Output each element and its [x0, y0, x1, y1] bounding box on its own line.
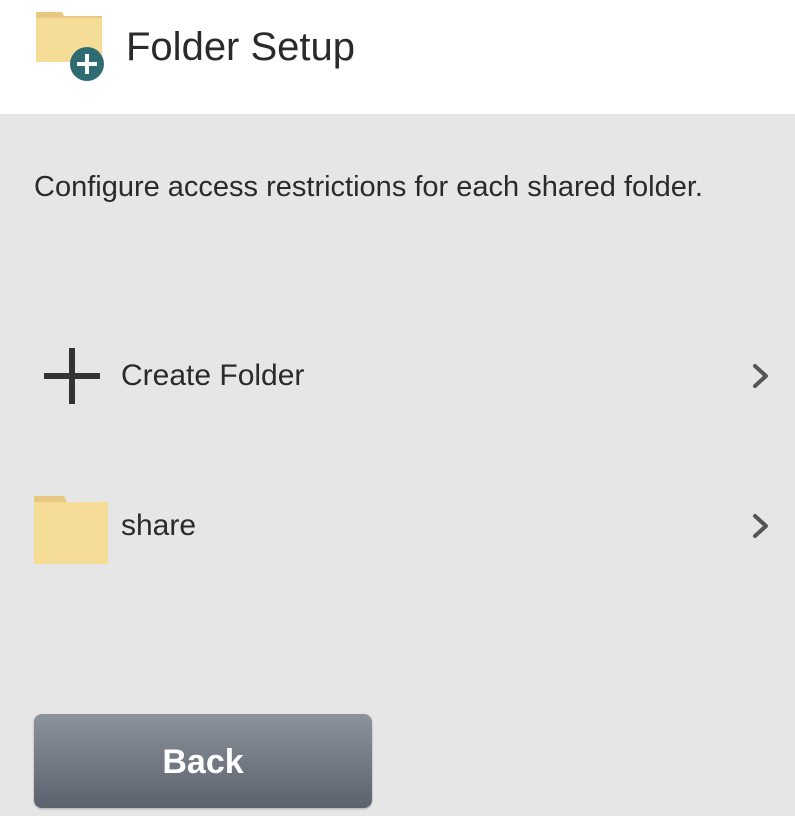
create-folder-item[interactable]: Create Folder [0, 326, 795, 426]
folder-add-icon [34, 10, 106, 82]
folder-icon [34, 488, 110, 570]
page-header: Folder Setup [0, 0, 795, 114]
description-text: Configure access restrictions for each s… [34, 171, 703, 203]
share-folder-item[interactable]: share [0, 476, 795, 576]
chevron-right-icon [749, 512, 773, 540]
plus-icon [34, 338, 110, 414]
back-button[interactable]: Back [34, 714, 372, 808]
share-folder-label: share [121, 509, 197, 542]
chevron-right-icon [749, 362, 773, 390]
content-panel: Configure access restrictions for each s… [0, 114, 795, 816]
create-folder-label: Create Folder [121, 359, 305, 392]
page-title: Folder Setup [126, 25, 356, 69]
